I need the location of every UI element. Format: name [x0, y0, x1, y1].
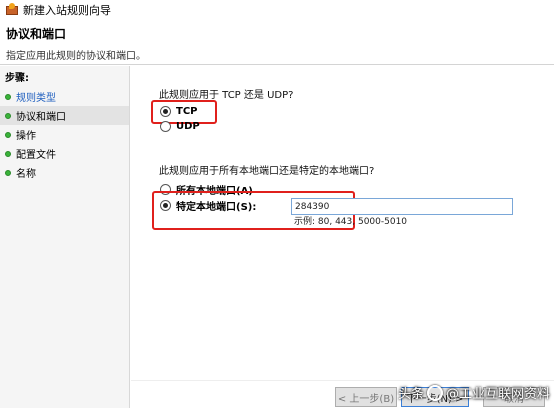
- watermark-text-left: 头条: [398, 387, 425, 402]
- step-label: 配置文件: [16, 150, 56, 161]
- step-label: 操作: [16, 131, 36, 142]
- page-subtitle: 指定应用此规则的协议和端口。: [6, 51, 146, 62]
- watermark-logo-icon: [427, 384, 444, 401]
- radio-checked-icon: [160, 200, 171, 211]
- specific-ports-radio[interactable]: 特定本地端口(S):: [160, 198, 256, 213]
- ports-question: 此规则应用于所有本地端口还是特定的本地端口?: [159, 166, 375, 177]
- tcp-radio[interactable]: TCP: [160, 106, 198, 117]
- status-dot-icon: [5, 93, 11, 100]
- step-label: 规则类型: [16, 93, 56, 104]
- specific-ports-label: 特定本地端口(S):: [176, 202, 257, 213]
- step-rule-type[interactable]: 规则类型: [0, 87, 129, 106]
- wizard-content: 此规则应用于 TCP 还是 UDP? TCP UDP 此规则应用于所有本地端口还…: [131, 66, 554, 408]
- protocol-question: 此规则应用于 TCP 还是 UDP?: [159, 90, 294, 101]
- page-title: 协议和端口: [6, 27, 67, 41]
- status-dot-icon: [5, 169, 11, 176]
- step-label: 名称: [16, 169, 36, 180]
- port-example: 示例: 80, 443, 5000-5010: [294, 217, 408, 227]
- steps-sidebar: 步骤: 规则类型 协议和端口 操作 配置文件 名称: [0, 66, 130, 408]
- step-protocol-ports[interactable]: 协议和端口: [0, 106, 129, 125]
- radio-unchecked-icon: [160, 121, 171, 132]
- udp-radio[interactable]: UDP: [160, 121, 200, 132]
- radio-checked-icon: [160, 106, 171, 117]
- step-name[interactable]: 名称: [0, 163, 129, 182]
- step-action[interactable]: 操作: [0, 125, 129, 144]
- step-profile[interactable]: 配置文件: [0, 144, 129, 163]
- window-title: 新建入站规则向导: [23, 4, 111, 17]
- udp-label: UDP: [176, 121, 200, 132]
- status-dot-icon: [5, 131, 11, 138]
- steps-label: 步骤:: [5, 73, 29, 84]
- status-dot-icon: [5, 150, 11, 157]
- firewall-icon: [6, 3, 18, 16]
- watermark: 头条 @工业互联网资料: [398, 383, 550, 402]
- port-input[interactable]: [291, 198, 513, 215]
- step-label: 协议和端口: [16, 112, 66, 123]
- title-bar: 新建入站规则向导: [0, 0, 554, 20]
- watermark-text-right: @工业互联网资料: [446, 387, 551, 402]
- status-dot-icon: [5, 112, 11, 119]
- back-button[interactable]: < 上一步(B): [335, 387, 397, 407]
- tcp-label: TCP: [176, 106, 198, 117]
- wizard-header: 协议和端口 指定应用此规则的协议和端口。: [0, 20, 554, 65]
